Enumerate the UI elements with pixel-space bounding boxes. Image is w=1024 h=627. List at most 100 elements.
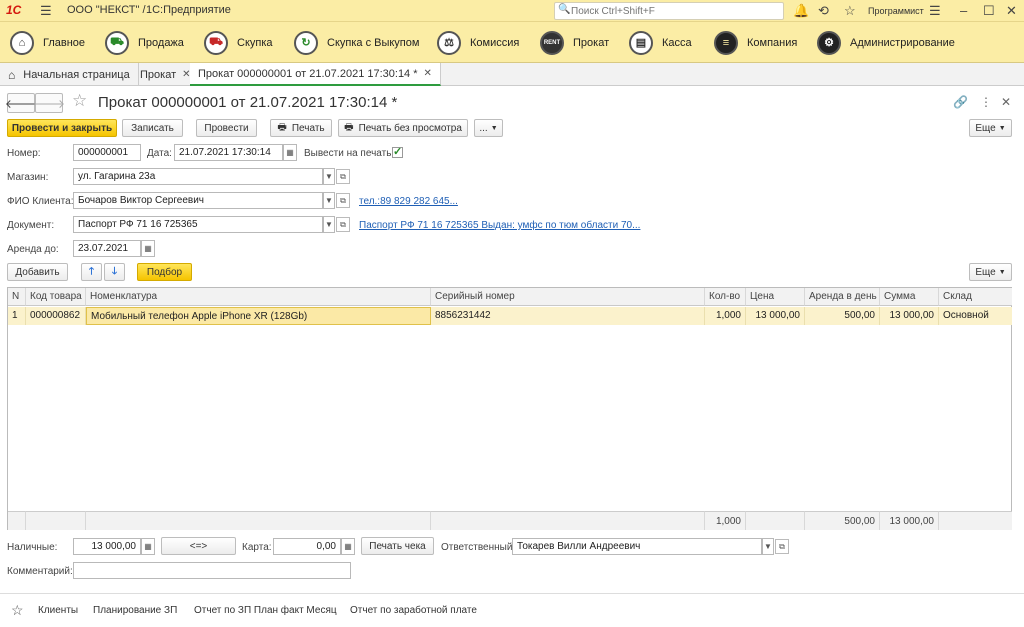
table-more-label: Еще	[975, 266, 996, 278]
post-button[interactable]: Провести	[196, 119, 257, 137]
history-icon[interactable]: ⟲	[818, 3, 829, 19]
cash-field[interactable]: 13 000,00	[73, 538, 141, 555]
number-field[interactable]: 000000001	[73, 144, 141, 161]
favorite-salary-planning[interactable]: Планирование ЗП	[93, 605, 177, 616]
bell-icon[interactable]: 🔔	[793, 3, 809, 19]
print-button[interactable]: 🖶 Печать	[270, 119, 332, 137]
favorites-star-icon[interactable]: ☆	[11, 602, 24, 619]
favorite-star-icon[interactable]: ☆	[72, 91, 87, 111]
close-tab-icon[interactable]: ✕	[424, 68, 432, 79]
cell-daily-rent[interactable]: 500,00	[805, 307, 880, 325]
maximize-icon[interactable]: ☐	[983, 3, 995, 19]
scales-icon: ⚖	[437, 30, 461, 55]
cell-qty[interactable]: 1,000	[705, 307, 746, 325]
calculator-icon[interactable]: ▦	[141, 538, 155, 555]
id-document-dropdown-icon[interactable]: ▼	[323, 216, 335, 233]
more-button[interactable]: Еще ▼	[969, 119, 1012, 137]
print-receipt-button[interactable]: Печать чека	[361, 537, 434, 555]
column-header-sum[interactable]: Сумма	[880, 288, 939, 306]
more-vertical-icon[interactable]: ⋮	[980, 95, 992, 109]
comment-field[interactable]	[73, 562, 351, 579]
search-input[interactable]	[571, 3, 771, 19]
rent-until-field[interactable]: 23.07.2021	[73, 240, 141, 257]
section-buyup-redeem[interactable]: ↻ Скупка с Выкупом	[294, 29, 419, 56]
cell-n[interactable]: 1	[8, 307, 26, 325]
rent-icon: RENT	[540, 30, 564, 55]
store-field[interactable]: ул. Гагарина 23а	[73, 168, 323, 185]
column-header-n[interactable]: N	[8, 288, 26, 306]
print-flag-checkbox[interactable]: ✓	[392, 147, 403, 158]
favorite-salary-report[interactable]: Отчет по заработной плате	[350, 605, 477, 616]
date-field[interactable]: 21.07.2021 17:30:14	[174, 144, 283, 161]
more-actions-dropdown[interactable]: ... ▼	[474, 119, 503, 137]
pick-button[interactable]: Подбор	[137, 263, 192, 281]
id-document-field[interactable]: Паспорт РФ 71 16 725365	[73, 216, 323, 233]
cycle-icon: ↻	[294, 30, 318, 55]
goods-table[interactable]: N Код товара Номенклатура Серийный номер…	[7, 287, 1012, 530]
print-label: Печать	[291, 122, 325, 134]
client-dropdown-icon[interactable]: ▼	[323, 192, 335, 209]
favorites-star-icon[interactable]: ☆	[844, 3, 856, 19]
card-field[interactable]: 0,00	[273, 538, 341, 555]
store-open-icon[interactable]: ⧉	[336, 169, 350, 184]
column-header-qty[interactable]: Кол-во	[705, 288, 746, 306]
cell-code[interactable]: 000000862	[26, 307, 86, 325]
cell-item[interactable]: Мобильный телефон Apple iPhone XR (128Gb…	[86, 307, 431, 325]
section-commission[interactable]: ⚖ Комиссия	[437, 29, 519, 56]
favorite-clients[interactable]: Клиенты	[38, 605, 78, 616]
section-buyup[interactable]: ⛟ Скупка	[204, 29, 273, 56]
link-icon[interactable]: 🔗	[953, 95, 968, 109]
minimize-icon[interactable]: –	[960, 3, 967, 18]
section-cash[interactable]: ▤ Касса	[629, 29, 692, 56]
close-document-icon[interactable]: ✕	[1001, 95, 1011, 109]
responsible-dropdown-icon[interactable]: ▼	[762, 538, 774, 555]
column-header-code[interactable]: Код товара	[26, 288, 86, 306]
calendar-icon[interactable]: ▦	[283, 144, 297, 161]
save-button[interactable]: Записать	[122, 119, 183, 137]
section-company[interactable]: ≡ Компания	[714, 29, 797, 56]
cell-serial[interactable]: 8856231442	[431, 307, 705, 325]
close-icon[interactable]: ✕	[1006, 3, 1017, 19]
section-sales[interactable]: ⛟ Продажа	[105, 29, 184, 56]
add-row-button[interactable]: Добавить	[7, 263, 68, 281]
user-name[interactable]: Программист	[868, 6, 924, 16]
settings-menu-icon[interactable]: ☰	[929, 3, 941, 19]
client-open-icon[interactable]: ⧉	[336, 193, 350, 208]
cell-warehouse[interactable]: Основной	[939, 307, 1012, 325]
column-header-warehouse[interactable]: Склад	[939, 288, 1012, 306]
calendar-icon[interactable]: ▦	[141, 240, 155, 257]
column-header-daily-rent[interactable]: Аренда в день	[805, 288, 880, 306]
section-admin[interactable]: ⚙ Администрирование	[817, 29, 955, 56]
id-document-open-icon[interactable]: ⧉	[336, 217, 350, 232]
move-up-button[interactable]: 🡑	[81, 263, 102, 281]
calculator-icon[interactable]: ▦	[341, 538, 355, 555]
column-header-item[interactable]: Номенклатура	[86, 288, 431, 306]
swap-button[interactable]: <=>	[161, 537, 236, 555]
tab-rent-doc[interactable]: Прокат 000000001 от 21.07.2021 17:30:14 …	[190, 63, 441, 86]
cell-price[interactable]: 13 000,00	[746, 307, 805, 325]
column-header-price[interactable]: Цена	[746, 288, 805, 306]
tab-home[interactable]: ⌂ Начальная страница	[0, 63, 139, 86]
table-more-button[interactable]: Еще ▼	[969, 263, 1012, 281]
id-document-link[interactable]: Паспорт РФ 71 16 725365 Выдан: умфс по т…	[359, 220, 640, 231]
menu-icon[interactable]: ☰	[40, 3, 52, 19]
client-phone-link[interactable]: тел.:89 829 282 645...	[359, 196, 458, 207]
print-no-preview-label: Печать без просмотра	[358, 122, 462, 134]
print-flag-label: Вывести на печать:	[304, 148, 395, 159]
forward-button[interactable]: 🡒	[33, 93, 65, 113]
store-dropdown-icon[interactable]: ▼	[323, 168, 335, 185]
responsible-open-icon[interactable]: ⧉	[775, 539, 789, 554]
responsible-field[interactable]: Токарев Вилли Андреевич	[512, 538, 762, 555]
print-no-preview-button[interactable]: 🖶 Печать без просмотра	[338, 119, 468, 137]
favorite-salary-report-monthly[interactable]: Отчет по ЗП План факт Месяц	[194, 605, 337, 616]
section-rent[interactable]: RENT Прокат	[540, 29, 609, 56]
back-button[interactable]: 🡐	[5, 93, 37, 113]
post-and-close-button[interactable]: Провести и закрыть	[7, 119, 117, 137]
cell-sum[interactable]: 13 000,00	[880, 307, 939, 325]
move-down-button[interactable]: 🡓	[104, 263, 125, 281]
client-field[interactable]: Бочаров Виктор Сергеевич	[73, 192, 323, 209]
section-label: Касса	[662, 36, 692, 49]
global-search[interactable]: 🔍	[554, 2, 784, 20]
section-main[interactable]: ⌂ Главное	[10, 29, 85, 56]
column-header-serial[interactable]: Серийный номер	[431, 288, 705, 306]
